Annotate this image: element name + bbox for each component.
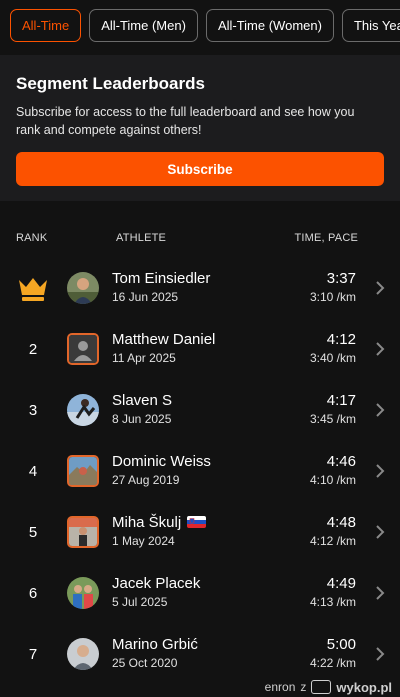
promo-text: Subscribe for access to the full leaderb…: [16, 105, 355, 137]
athlete-name[interactable]: Slaven S: [112, 392, 172, 410]
slovenia-flag-icon: [187, 516, 207, 528]
effort-date: 1 May 2024: [112, 534, 175, 548]
athlete-avatar[interactable]: [67, 638, 99, 670]
chevron-right-icon[interactable]: [375, 647, 385, 661]
effort-date: 25 Oct 2020: [112, 656, 178, 670]
effort-time: 3:37: [326, 270, 356, 287]
athlete-avatar[interactable]: [67, 333, 99, 365]
crown-icon: [19, 278, 47, 301]
effort-pace: 3:40 /km: [309, 351, 356, 365]
effort-date: 8 Jun 2025: [112, 412, 172, 426]
rank-cell: [0, 270, 66, 306]
watermark-user: enron: [264, 680, 296, 694]
effort-time: 4:46: [326, 453, 356, 470]
leaderboard-row[interactable]: 3 Slaven S 8 Jun 2025 4:17 3:45 /km: [0, 392, 400, 453]
tab-all-time-men[interactable]: All-Time (Men): [89, 8, 198, 42]
leaderboard-row[interactable]: 2 Matthew Daniel 11 Apr 2025 4:12 3:40 /…: [0, 331, 400, 392]
effort-pace: 4:12 /km: [309, 534, 356, 548]
chevron-right-icon[interactable]: [375, 281, 385, 295]
rank-number: 6: [28, 584, 38, 602]
effort-pace: 4:10 /km: [309, 473, 356, 487]
rank-number: 4: [28, 462, 38, 480]
leaderboard-header: RANK ATHLETE TIME, PACE: [0, 204, 400, 270]
filter-tabs: All-Time All-Time (Men) All-Time (Women)…: [0, 0, 400, 50]
athlete-column-header: ATHLETE: [116, 232, 167, 244]
subscribe-card: Segment Leaderboards Subscribe for acces…: [0, 55, 400, 201]
effort-pace: 3:45 /km: [309, 412, 356, 426]
promo-title: Segment Leaderboards: [16, 74, 205, 93]
athlete-avatar[interactable]: [67, 394, 99, 426]
subscribe-button[interactable]: Subscribe: [16, 152, 384, 186]
athlete-name[interactable]: Dominic Weiss: [112, 453, 211, 471]
effort-time: 4:17: [326, 392, 356, 409]
effort-date: 27 Aug 2019: [112, 473, 180, 487]
leaderboard-row[interactable]: Tom Einsiedler 16 Jun 2025 3:37 3:10 /km: [0, 270, 400, 331]
athlete-name-text: Miha Škulj: [112, 514, 182, 531]
effort-date: 5 Jul 2025: [112, 595, 168, 609]
athlete-avatar[interactable]: [67, 577, 99, 609]
effort-time: 4:48: [326, 514, 356, 531]
watermark-connector: z: [300, 680, 307, 694]
athlete-avatar[interactable]: [67, 455, 99, 487]
rank-number: 7: [28, 645, 38, 663]
athlete-avatar[interactable]: [67, 272, 99, 304]
effort-pace: 4:22 /km: [309, 656, 356, 670]
effort-pace: 3:10 /km: [309, 290, 356, 304]
watermark: enron z wykop.pl: [265, 677, 392, 697]
leaderboard: RANK ATHLETE TIME, PACE Tom Einsiedler 1…: [0, 204, 400, 697]
rank-number: 3: [28, 401, 38, 419]
chevron-right-icon[interactable]: [375, 403, 385, 417]
chevron-right-icon[interactable]: [375, 464, 385, 478]
leaderboard-row[interactable]: 5 Miha Škulj 1 May 2024 4:48 4:12 /km: [0, 514, 400, 575]
effort-time: 4:12: [326, 331, 356, 348]
rank-column-header: RANK: [16, 232, 48, 244]
chevron-right-icon[interactable]: [375, 342, 385, 356]
time-column-header: TIME, PACE: [294, 232, 358, 244]
athlete-name[interactable]: Jacek Placek: [112, 575, 200, 593]
effort-time: 5:00: [326, 636, 356, 653]
watermark-site: wykop.pl: [336, 679, 392, 695]
rank-number: 5: [28, 523, 38, 541]
effort-pace: 4:13 /km: [309, 595, 356, 609]
leaderboard-row[interactable]: 6 Jacek Placek 5 Jul 2025 4:49 4:13 /km: [0, 575, 400, 636]
tab-all-time[interactable]: All-Time: [10, 8, 82, 42]
effort-date: 16 Jun 2025: [112, 290, 179, 304]
athlete-name[interactable]: Marino Grbić: [112, 636, 198, 654]
wykop-logo-icon: [311, 680, 332, 694]
leaderboard-row[interactable]: 4 Dominic Weiss 27 Aug 2019 4:46 4:10 /k…: [0, 453, 400, 514]
chevron-right-icon[interactable]: [375, 586, 385, 600]
chevron-right-icon[interactable]: [375, 525, 385, 539]
tab-this-year[interactable]: This Year: [341, 8, 400, 42]
athlete-name[interactable]: Miha Škulj: [112, 514, 207, 532]
rank-number: 2: [28, 340, 38, 358]
tab-all-time-women[interactable]: All-Time (Women): [205, 8, 334, 42]
athlete-avatar[interactable]: [67, 516, 99, 548]
effort-time: 4:49: [326, 575, 356, 592]
athlete-name[interactable]: Matthew Daniel: [112, 331, 215, 349]
athlete-name[interactable]: Tom Einsiedler: [112, 270, 210, 288]
effort-date: 11 Apr 2025: [112, 351, 176, 365]
